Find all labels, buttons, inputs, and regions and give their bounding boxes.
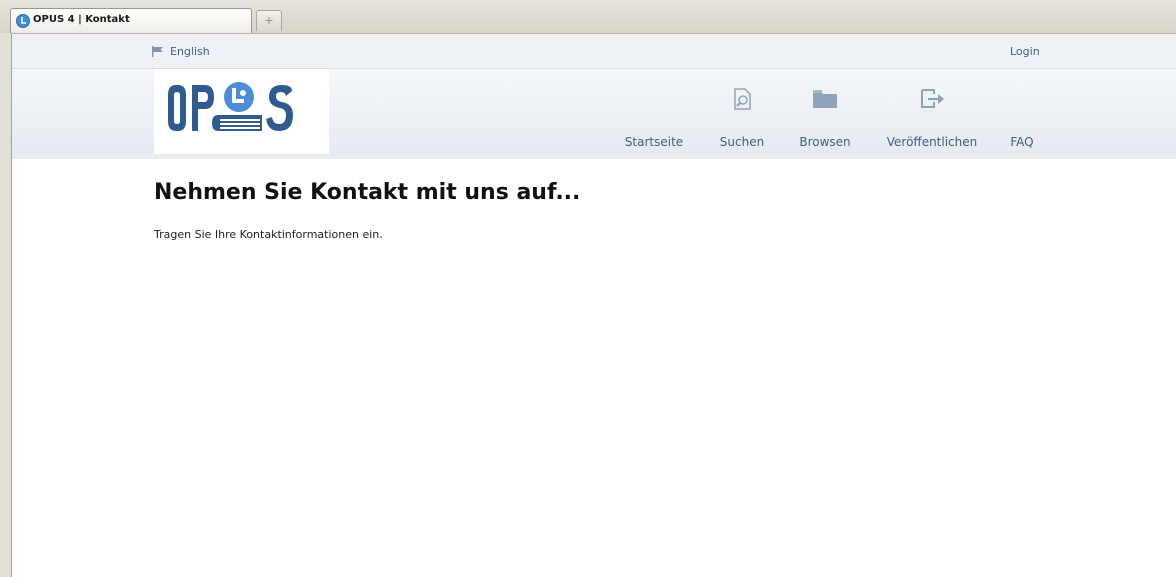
publish-arrow-icon — [919, 87, 945, 112]
browser-tab[interactable]: OPUS 4 | Kontakt — [10, 8, 252, 33]
language-switch[interactable]: English — [152, 45, 210, 58]
page: English Login Startseite Suchen Browsen … — [12, 34, 1176, 577]
nav-faq[interactable]: FAQ — [1004, 81, 1040, 149]
nav-veroeffentlichen[interactable]: Veröffentlichen — [880, 81, 984, 149]
nav-label: FAQ — [1010, 135, 1034, 149]
nav-label: Veröffentlichen — [886, 135, 978, 149]
nav-label: Suchen — [719, 135, 765, 149]
login-link[interactable]: Login — [1010, 45, 1040, 58]
nav-startseite[interactable]: Startseite — [614, 81, 694, 149]
site-header: Startseite Suchen Browsen Veröffentliche… — [12, 69, 1176, 159]
folder-icon — [812, 87, 838, 112]
opus-favicon-icon — [16, 14, 30, 28]
nav-suchen[interactable]: Suchen — [712, 81, 772, 149]
nav-browsen[interactable]: Browsen — [792, 81, 858, 149]
tab-title: OPUS 4 | Kontakt — [33, 14, 130, 25]
nav-label: Startseite — [624, 135, 684, 149]
opus-logo[interactable] — [154, 69, 329, 154]
search-document-icon — [732, 87, 752, 114]
flag-icon — [152, 46, 163, 57]
intro-text: Tragen Sie Ihre Kontaktinformationen ein… — [154, 228, 383, 241]
page-title: Nehmen Sie Kontakt mit uns auf... — [154, 180, 581, 205]
browser-left-edge — [0, 33, 12, 577]
nav-label: Browsen — [799, 135, 851, 149]
new-tab-button[interactable]: + — [256, 10, 282, 31]
browser-tabbar: OPUS 4 | Kontakt + — [0, 0, 1176, 34]
language-link[interactable]: English — [170, 45, 210, 58]
top-bar: English Login — [12, 34, 1176, 69]
